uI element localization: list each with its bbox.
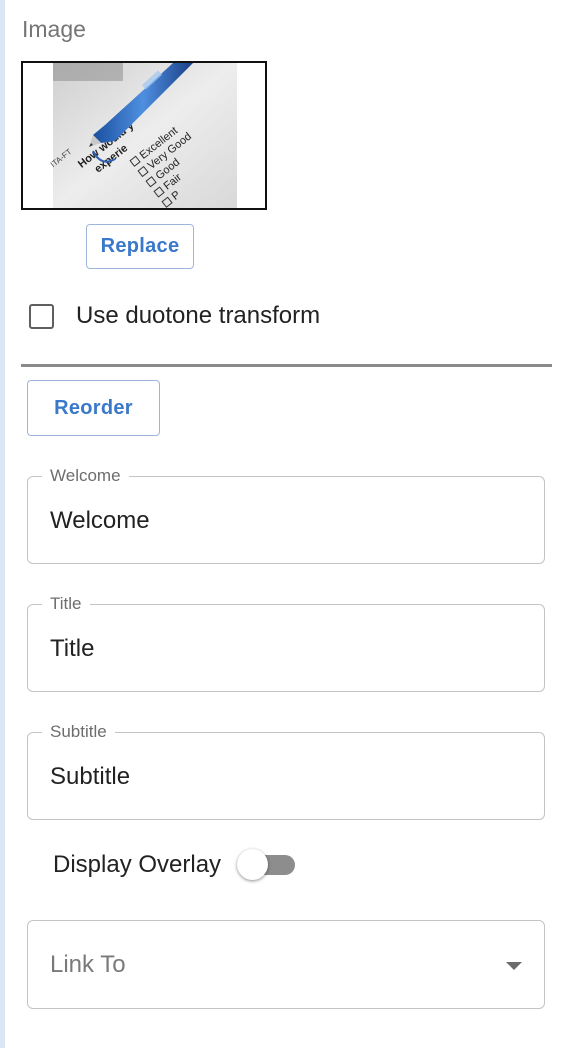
link-to-select[interactable]: Link To	[27, 920, 545, 1009]
title-field[interactable]: Title Title	[27, 594, 545, 692]
duotone-checkbox[interactable]	[29, 303, 54, 329]
chevron-down-icon[interactable]	[506, 962, 522, 970]
reorder-button[interactable]: Reorder	[27, 380, 160, 436]
title-field-label: Title	[42, 594, 90, 614]
display-overlay-label: Display Overlay	[53, 851, 222, 878]
replace-image-button[interactable]: Replace	[86, 224, 194, 269]
panel-left-border	[0, 0, 5, 1048]
welcome-field-value[interactable]: Welcome	[50, 507, 150, 535]
section-divider	[21, 364, 552, 367]
display-overlay-row: Display Overlay	[53, 848, 296, 882]
duotone-option[interactable]: Use duotone transform	[29, 302, 320, 330]
duotone-label: Use duotone transform	[76, 302, 321, 329]
image-section-label: Image	[22, 16, 86, 42]
subtitle-field-label: Subtitle	[42, 722, 115, 742]
image-thumbnail: How would y experie ITA-FT Excellent Ver…	[21, 61, 267, 210]
subtitle-field[interactable]: Subtitle Subtitle	[27, 722, 545, 820]
survey-photo: How would y experie ITA-FT Excellent Ver…	[23, 63, 265, 208]
title-field-value[interactable]: Title	[50, 635, 94, 663]
link-to-placeholder: Link To	[50, 951, 126, 978]
welcome-field[interactable]: Welcome Welcome	[27, 466, 545, 564]
editor-panel: Image How would y experie ITA-FT Excelle…	[0, 0, 576, 1048]
display-overlay-toggle[interactable]	[237, 848, 296, 882]
welcome-field-label: Welcome	[42, 466, 129, 486]
subtitle-field-value[interactable]: Subtitle	[50, 763, 130, 791]
toggle-thumb[interactable]	[237, 849, 269, 880]
